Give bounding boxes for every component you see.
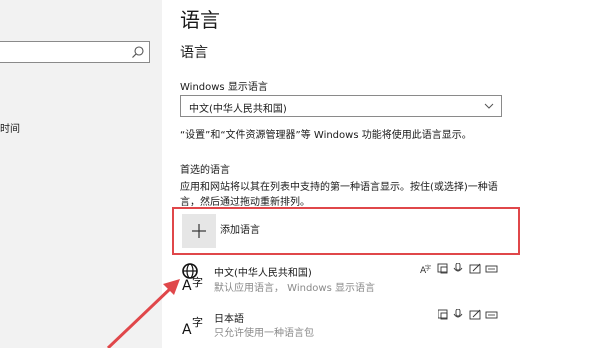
add-language-label: 添加语言 xyxy=(220,225,260,236)
keyboard-icon xyxy=(485,265,498,273)
language-letter-icon: A 字 xyxy=(182,315,203,338)
svg-text:字: 字 xyxy=(192,315,203,329)
svg-text:字: 字 xyxy=(192,275,203,289)
display-language-icon: A字 xyxy=(420,264,431,275)
language-subtitle: 只允许使用一种语言包 xyxy=(214,328,314,339)
preferred-languages-heading: 首选的语言 xyxy=(180,165,230,176)
language-features xyxy=(438,309,500,320)
chevron-down-icon xyxy=(484,103,494,109)
speech-icon xyxy=(437,263,448,274)
section-title: 语言 xyxy=(180,45,208,61)
display-language-label: Windows 显示语言 xyxy=(180,82,268,93)
page-title: 语言 xyxy=(180,8,220,32)
language-globe-icon: A 字 xyxy=(182,263,203,292)
handwriting-icon xyxy=(469,309,481,320)
search-icon xyxy=(132,46,144,58)
speech-icon xyxy=(438,309,448,320)
microphone-icon xyxy=(453,309,463,318)
language-name: 日本語 xyxy=(214,314,244,325)
language-name: 中文(中华人民共和国) xyxy=(214,268,312,279)
display-language-note: “设置”和“文件资源管理器”等 Windows 功能将使用此语言显示。 xyxy=(180,130,472,141)
sidebar: 时间 xyxy=(0,0,162,348)
display-language-value: 中文(中华人民共和国) xyxy=(189,104,287,115)
svg-text:A: A xyxy=(182,322,192,338)
svg-text:A: A xyxy=(182,278,192,292)
display-language-select[interactable]: 中文(中华人民共和国) xyxy=(180,95,502,117)
add-language-button[interactable] xyxy=(182,214,216,248)
handwriting-icon xyxy=(469,263,481,274)
language-subtitle: 默认应用语言， Windows 显示语言 xyxy=(214,283,375,294)
microphone-icon xyxy=(453,263,463,272)
search-input[interactable] xyxy=(0,41,150,63)
language-features: A字 xyxy=(420,263,500,275)
svg-text:字: 字 xyxy=(425,264,431,272)
plus-icon xyxy=(192,224,206,238)
keyboard-icon xyxy=(485,311,498,319)
add-language-highlight: 添加语言 xyxy=(172,207,520,255)
main-panel: 语言 语言 Windows 显示语言 中文(中华人民共和国) “设置”和“文件资… xyxy=(162,0,600,348)
sidebar-item-time[interactable]: 时间 xyxy=(0,120,20,135)
preferred-languages-description: 应用和网站将以其在列表中支持的第一种语言显示。按住(或选择)一种语言，然后通过拖… xyxy=(180,182,498,208)
